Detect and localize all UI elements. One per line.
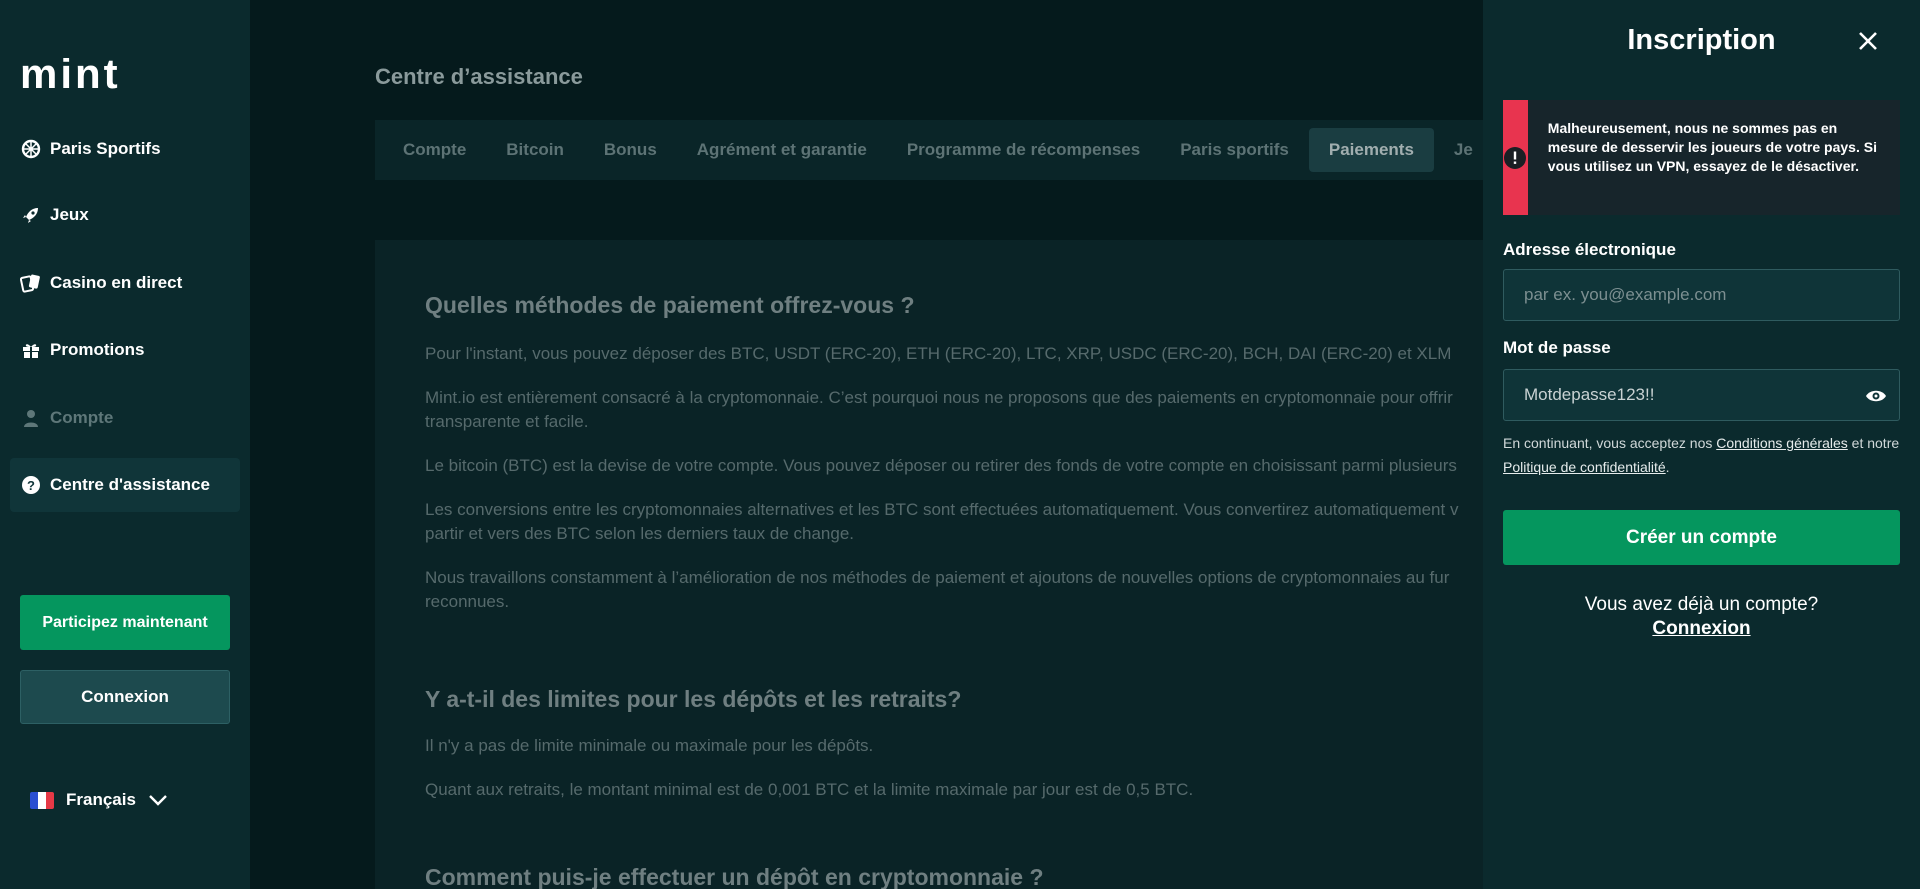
alert-icon [1504,146,1527,169]
sidebar-item-casino-en-direct[interactable]: Casino en direct [10,256,240,310]
login-link[interactable]: Connexion [1483,618,1920,640]
cards-icon [20,272,42,294]
france-flag-icon [30,791,54,809]
language-selector[interactable]: Français [30,790,168,810]
faq-paragraph: Pour l'instant, vous pouvez déposer des … [425,344,1452,363]
tab-paiements[interactable]: Paiements [1308,128,1434,172]
sidebar-item-paris-sportifs[interactable]: Paris Sportifs [10,122,240,176]
faq-paragraph: Il n'y a pas de limite minimale ou maxim… [425,736,874,755]
rocket-icon [20,204,42,226]
logo-text: mint [20,58,121,92]
alert-side [1503,100,1528,215]
sidebar-item-label: Promotions [50,340,145,359]
faq-question[interactable]: Y a-t-il des limites pour les dépôts et … [425,686,961,713]
email-label: Adresse électronique [1503,240,1676,259]
sidebar-item-centre-assistance[interactable]: ? Centre d'assistance [10,458,240,512]
sidebar: mint Paris Sportifs Jeux Casino en direc… [0,0,250,889]
language-label: Français [66,790,136,809]
help-tabs: Compte Bitcoin Bonus Agrément et garanti… [375,120,1483,180]
terms-mid: et notre [1851,435,1900,451]
mint-logo[interactable]: mint [20,58,180,92]
join-now-button[interactable]: Participez maintenant [20,595,230,650]
faq-question[interactable]: Quelles méthodes de paiement offrez-vous… [425,292,915,319]
svg-text:?: ? [27,478,35,493]
faq-paragraph: partir et vers des BTC selon les dernier… [425,524,854,543]
sidebar-item-label: Casino en direct [50,273,183,292]
privacy-link[interactable]: Politique de confidentialité [1503,459,1666,475]
help-icon: ? [20,474,42,496]
faq-paragraph: reconnues. [425,592,510,611]
password-label: Mot de passe [1503,338,1611,357]
tab-compte[interactable]: Compte [383,128,486,172]
tab-programme-recompenses[interactable]: Programme de récompenses [887,128,1160,172]
faq-paragraph: Quant aux retraits, le montant minimal e… [425,780,1194,799]
login-button[interactable]: Connexion [20,670,230,724]
alert-message: Malheureusement, nous ne sommes pas en m… [1547,120,1877,174]
country-restriction-alert: Malheureusement, nous ne sommes pas en m… [1503,100,1900,215]
gift-icon [20,339,42,361]
create-account-button[interactable]: Créer un compte [1503,510,1900,565]
have-account-text: Vous avez déjà un compte? [1584,594,1819,615]
tab-jeux[interactable]: Je [1434,128,1483,172]
page-title: Centre d’assistance [375,64,583,89]
email-field[interactable]: par ex. you@example.com [1503,269,1900,321]
close-icon[interactable] [1855,28,1881,54]
faq-paragraph: transparente et facile. [425,412,589,431]
sidebar-item-label: Compte [50,408,114,427]
sidebar-item-label: Centre d'assistance [50,475,210,494]
tab-paris-sportifs[interactable]: Paris sportifs [1160,128,1309,172]
terms-notice: En continuant, vous acceptez nos Conditi… [1503,435,1900,475]
faq-paragraph: Le bitcoin (BTC) est la devise de votre … [425,456,1457,475]
sidebar-item-jeux[interactable]: Jeux [10,188,240,242]
terms-link[interactable]: Conditions générales [1716,435,1848,451]
sidebar-item-label: Jeux [50,205,89,224]
password-value: Motdepasse123!! [1524,385,1655,404]
registration-panel: Inscription Malheureusement, nous ne som… [1483,0,1920,889]
sidebar-item-promotions[interactable]: Promotions [10,323,240,377]
chevron-down-icon [149,795,167,806]
terms-prefix: En continuant, vous acceptez nos [1503,435,1713,451]
app-root: mint Paris Sportifs Jeux Casino en direc… [0,0,1920,889]
sports-ball-icon [20,138,42,160]
faq-content: Quelles méthodes de paiement offrez-vous… [375,240,1483,889]
user-icon [20,407,42,429]
eye-icon[interactable] [1865,386,1887,406]
sidebar-item-label: Paris Sportifs [50,139,161,158]
tab-bonus[interactable]: Bonus [584,128,677,172]
tab-bitcoin[interactable]: Bitcoin [486,128,584,172]
password-field[interactable]: Motdepasse123!! [1503,369,1900,421]
sidebar-item-compte[interactable]: Compte [10,391,240,445]
tab-agrement[interactable]: Agrément et garantie [677,128,887,172]
faq-question[interactable]: Comment puis-je effectuer un dépôt en cr… [425,864,1044,889]
